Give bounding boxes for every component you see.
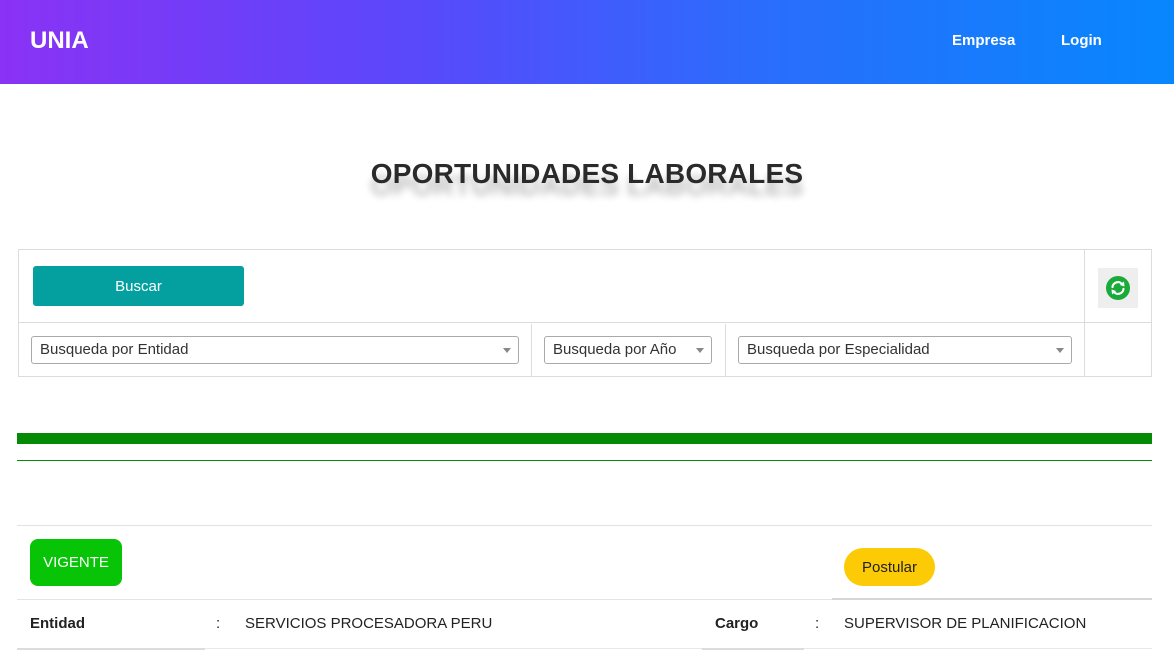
filter-divider xyxy=(531,324,532,377)
filter-divider xyxy=(725,324,726,377)
status-badge: VIGENTE xyxy=(30,539,122,586)
anio-select[interactable]: Busqueda por Año xyxy=(544,336,712,364)
top-navbar: UNIA Empresa Login xyxy=(0,0,1174,84)
nav-link-login[interactable]: Login xyxy=(1061,32,1102,49)
row-bottom-border xyxy=(205,648,702,649)
chevron-down-icon xyxy=(503,348,511,353)
field-separator: : xyxy=(815,615,820,632)
especialidad-select[interactable]: Busqueda por Especialidad xyxy=(738,336,1072,364)
especialidad-select-value: Busqueda por Especialidad xyxy=(747,341,930,358)
field-separator: : xyxy=(216,615,221,632)
section-divider-line xyxy=(17,460,1152,461)
entidad-value: SERVICIOS PROCESADORA PERU xyxy=(245,615,493,632)
nav-link-empresa[interactable]: Empresa xyxy=(952,32,1015,49)
section-divider-bar xyxy=(17,433,1152,444)
cargo-value: SUPERVISOR DE PLANIFICACION xyxy=(844,615,1087,632)
apply-divider xyxy=(832,598,1152,600)
refresh-icon xyxy=(1106,276,1130,300)
apply-button[interactable]: Postular xyxy=(844,548,935,586)
anio-select-value: Busqueda por Año xyxy=(553,341,677,358)
entidad-label: Entidad xyxy=(30,615,85,632)
entidad-select-value: Busqueda por Entidad xyxy=(40,341,189,358)
row-bottom-border xyxy=(17,648,205,650)
row-bottom-border xyxy=(702,648,804,650)
chevron-down-icon xyxy=(1056,348,1064,353)
page-title: OPORTUNIDADES LABORALES xyxy=(370,158,804,189)
row-bottom-border xyxy=(804,648,1152,649)
entidad-select[interactable]: Busqueda por Entidad xyxy=(31,336,519,364)
refresh-button[interactable] xyxy=(1098,268,1138,308)
cargo-label: Cargo xyxy=(715,615,759,632)
listing-top-border xyxy=(17,525,1152,526)
chevron-down-icon xyxy=(696,348,704,353)
search-button[interactable]: Buscar xyxy=(33,266,244,306)
brand-logo[interactable]: UNIA xyxy=(30,27,89,55)
filter-divider xyxy=(1084,250,1085,377)
listing-row-divider xyxy=(17,599,832,600)
search-filter-panel: Buscar Busqueda por Entidad Busqueda por… xyxy=(18,249,1152,377)
